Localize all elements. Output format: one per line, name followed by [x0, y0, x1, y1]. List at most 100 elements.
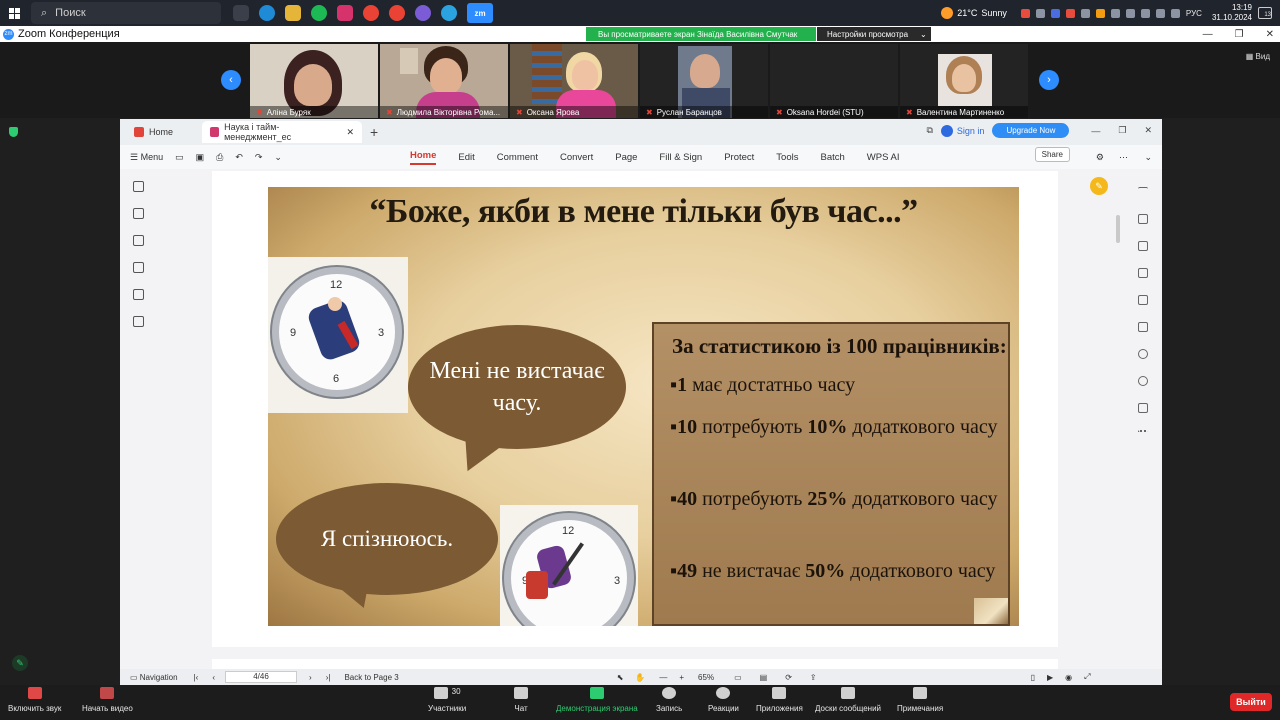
volume-icon[interactable]: [1155, 8, 1165, 18]
weather-widget[interactable]: 21°C Sunny: [941, 7, 1007, 19]
settings-icon[interactable]: ⚙: [1096, 152, 1104, 163]
edge-icon[interactable]: [259, 5, 275, 21]
close-icon[interactable]: ✕: [1266, 29, 1274, 40]
unmute-button[interactable]: Включить звук: [8, 687, 61, 713]
page-mode-icon[interactable]: ▤: [760, 673, 768, 682]
document-icon[interactable]: [1138, 241, 1148, 251]
record-button[interactable]: Запись: [656, 687, 682, 713]
play-icon[interactable]: ▶: [1047, 673, 1053, 682]
zoom-taskbar-icon[interactable]: zm: [467, 3, 493, 23]
annotate-pen-icon[interactable]: ✎: [12, 655, 28, 671]
new-tab-button[interactable]: +: [370, 124, 378, 140]
highlight-icon[interactable]: [1138, 268, 1148, 278]
sign-in-button[interactable]: Sign in: [940, 124, 984, 137]
system-clock[interactable]: 13:19 31.10.2024: [1212, 3, 1252, 23]
next-page-icon[interactable]: ›: [309, 673, 312, 682]
open-icon[interactable]: ▭: [175, 152, 184, 163]
book-icon[interactable]: [1138, 403, 1148, 413]
eye-icon[interactable]: ◉: [1065, 673, 1072, 682]
view-button[interactable]: ▦ Вид: [1246, 52, 1270, 61]
participant-tile[interactable]: ✖ Аліна Буряк: [250, 44, 378, 118]
zoom-in-icon[interactable]: +: [679, 673, 684, 682]
tray-app-icon[interactable]: [1110, 8, 1120, 18]
instagram-icon[interactable]: [337, 5, 353, 21]
close-icon[interactable]: ✕: [1144, 125, 1152, 136]
tab-count-icon[interactable]: ⧉: [926, 125, 932, 136]
redo-icon[interactable]: ↷: [255, 152, 263, 163]
read-mode-icon[interactable]: ▯: [1031, 673, 1035, 682]
restore-icon[interactable]: ❐: [1118, 125, 1126, 136]
chevron-down-icon[interactable]: ⌄: [274, 152, 282, 163]
zoom-out-icon[interactable]: —: [659, 673, 667, 682]
prev-page-icon[interactable]: ‹: [212, 673, 215, 682]
page-number-input[interactable]: 4/46: [225, 671, 298, 683]
participant-tile[interactable]: ✖ Оксана Ярова: [510, 44, 638, 118]
edit-icon[interactable]: [1138, 214, 1148, 224]
thumbnails-icon[interactable]: [132, 208, 144, 219]
whiteboards-button[interactable]: Доски сообщений: [815, 687, 881, 713]
next-participants-button[interactable]: ›: [1039, 70, 1059, 90]
signature-icon[interactable]: [132, 289, 144, 300]
menu-item-page[interactable]: Page: [615, 152, 637, 163]
tray-app-icon[interactable]: [1050, 8, 1060, 18]
menu-item-comment[interactable]: Comment: [497, 152, 538, 163]
telegram-icon[interactable]: [441, 5, 457, 21]
more-icon[interactable]: ⋯: [1119, 152, 1128, 163]
menu-item-batch[interactable]: Batch: [820, 152, 844, 163]
fullscreen-icon[interactable]: ⤢: [1084, 672, 1090, 682]
minimize-icon[interactable]: —: [1091, 126, 1100, 136]
language-indicator[interactable]: РУС: [1186, 9, 1202, 18]
spotify-icon[interactable]: [311, 5, 327, 21]
menu-item-convert[interactable]: Convert: [560, 152, 593, 163]
comment-icon[interactable]: [132, 235, 144, 246]
help-icon[interactable]: [1138, 376, 1148, 386]
participant-tile[interactable]: ✖ Oksana Hordei (STU): [770, 44, 898, 118]
search-icon[interactable]: [1138, 349, 1148, 359]
participants-button[interactable]: 30 Участники: [428, 687, 466, 713]
hand-tool-icon[interactable]: ✋: [635, 673, 645, 682]
tray-app-icon[interactable]: [1080, 8, 1090, 18]
menu-item-fill-sign[interactable]: Fill & Sign: [659, 152, 702, 163]
first-page-icon[interactable]: |‹: [194, 673, 199, 682]
save-icon[interactable]: ▣: [196, 152, 205, 163]
menu-item-protect[interactable]: Protect: [724, 152, 754, 163]
tray-app-icon[interactable]: [1125, 8, 1135, 18]
wifi-icon[interactable]: [1170, 8, 1180, 18]
attachment-icon[interactable]: [132, 262, 144, 273]
chevron-down-icon[interactable]: ⌄: [1144, 152, 1152, 163]
print-icon[interactable]: [1138, 322, 1148, 332]
windows-start-icon[interactable]: [0, 0, 28, 26]
menu-item-edit[interactable]: Edit: [458, 152, 474, 163]
notes-button[interactable]: Примечания: [897, 687, 943, 713]
undo-icon[interactable]: ↶: [235, 152, 243, 163]
participant-tile[interactable]: ✖ Людмила Вікторівна Рома...: [380, 44, 508, 118]
select-tool-icon[interactable]: ⬉: [617, 673, 624, 682]
menu-item-tools[interactable]: Tools: [776, 152, 798, 163]
file-explorer-icon[interactable]: [285, 5, 301, 21]
participant-tile[interactable]: ✖ Валентина Мартиненко: [900, 44, 1028, 118]
chat-button[interactable]: Чат: [514, 687, 528, 713]
share-screen-button[interactable]: Демонстрация экрана: [556, 687, 638, 713]
view-options-dropdown[interactable]: Настройки просмотра ⌄: [817, 27, 931, 41]
task-view-icon[interactable]: [233, 5, 249, 21]
fit-icon[interactable]: ▭: [734, 673, 742, 682]
restore-icon[interactable]: ❐: [1235, 29, 1244, 40]
notification-icon[interactable]: 13: [1258, 7, 1272, 19]
zoom-level[interactable]: 65%: [698, 673, 714, 682]
edit-pen-icon[interactable]: ✎: [1090, 177, 1108, 195]
tray-app-icon[interactable]: [1140, 8, 1150, 18]
leave-meeting-button[interactable]: Выйти: [1230, 693, 1272, 711]
tray-app-icon[interactable]: [1095, 8, 1105, 18]
more-icon[interactable]: [1138, 430, 1148, 440]
menu-button[interactable]: ☰ Menu: [130, 152, 163, 163]
vertical-scrollbar[interactable]: [1116, 215, 1120, 243]
chrome-icon[interactable]: [363, 5, 379, 21]
viber-icon[interactable]: [415, 5, 431, 21]
apps-button[interactable]: Приложения: [756, 687, 803, 713]
tab-document[interactable]: Наука і тайм-менеджмент_ес ✕: [202, 121, 362, 143]
tab-home[interactable]: Home: [126, 121, 202, 143]
menu-item-wps-ai[interactable]: WPS AI: [867, 152, 900, 163]
bookmark-icon[interactable]: [132, 181, 144, 192]
compare-icon[interactable]: [1138, 295, 1148, 305]
navigation-button[interactable]: ▭ Navigation: [130, 673, 178, 682]
